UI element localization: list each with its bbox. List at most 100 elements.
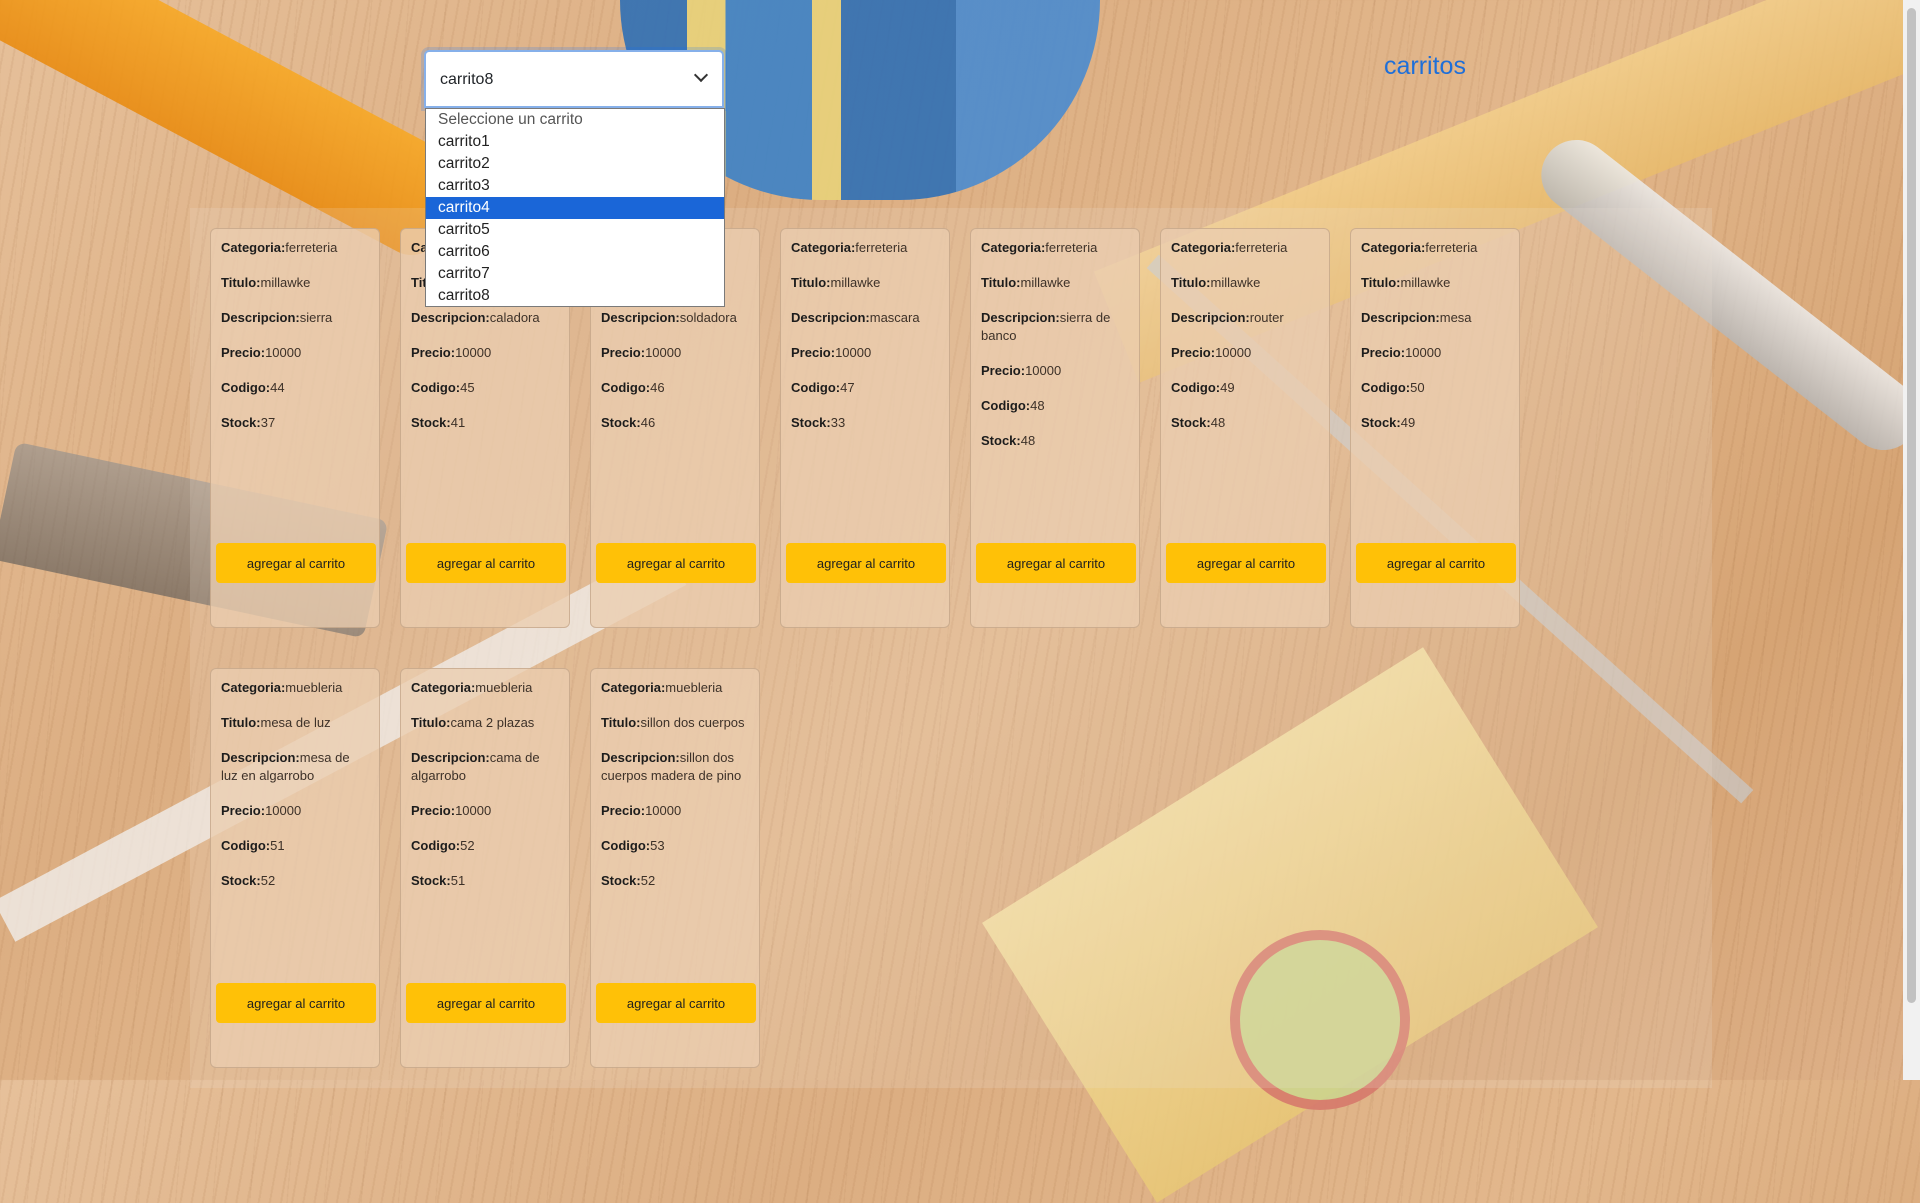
product-categoria: Categoria:ferreteria (221, 239, 369, 257)
product-descripcion-value: router (1249, 310, 1284, 325)
product-descripcion-value: mascara (869, 310, 920, 325)
product-codigo-value: 44 (270, 380, 285, 395)
product-categoria-label: Categoria: (981, 240, 1046, 255)
cart-option-carrito2[interactable]: carrito2 (426, 153, 724, 175)
product-precio-value: 10000 (1025, 363, 1062, 378)
product-stock-value: 48 (1020, 433, 1036, 448)
product-precio-value: 10000 (1215, 345, 1252, 360)
product-precio-label: Precio: (601, 803, 646, 818)
product-categoria-value: ferreteria (1235, 240, 1288, 255)
product-precio-label: Precio: (221, 803, 266, 818)
cart-option-carrito3[interactable]: carrito3 (426, 175, 724, 197)
cart-option-carrito4[interactable]: carrito4 (426, 197, 724, 219)
product-categoria: Categoria:ferreteria (1171, 239, 1319, 257)
product-titulo-label: Titulo: (601, 715, 641, 730)
product-stock-value: 52 (260, 873, 276, 888)
product-descripcion-label: Descripcion: (411, 310, 490, 325)
cart-select[interactable]: carrito8 (424, 50, 724, 108)
cart-option-placeholder[interactable]: Seleccione un carrito (426, 109, 724, 131)
product-stock-label: Stock: (1361, 415, 1401, 430)
product-precio: Precio:10000 (601, 802, 749, 820)
add-to-cart-button[interactable]: agregar al carrito (596, 983, 756, 1023)
product-card: Categoria:ferreteria Titulo:millawke Descr… (970, 228, 1140, 628)
product-codigo: Codigo:49 (1171, 379, 1319, 397)
add-to-cart-button[interactable]: agregar al carrito (406, 983, 566, 1023)
product-stock-value: 37 (260, 415, 276, 430)
product-categoria-label: Categoria: (1171, 240, 1236, 255)
cart-option-carrito8[interactable]: carrito8 (426, 285, 724, 307)
product-stock-value: 46 (640, 415, 656, 430)
cart-option-carrito7[interactable]: carrito7 (426, 263, 724, 285)
product-titulo: Titulo:millawke (981, 274, 1129, 292)
cart-select-dropdown[interactable]: Seleccione un carrito carrito1 carrito2 … (425, 108, 725, 307)
product-descripcion-label: Descripcion: (221, 310, 300, 325)
cart-option-carrito6[interactable]: carrito6 (426, 241, 724, 263)
product-titulo-value: millawke (1020, 275, 1071, 290)
product-precio: Precio:10000 (1361, 344, 1509, 362)
product-precio-value: 10000 (645, 345, 682, 360)
product-precio-label: Precio: (411, 803, 456, 818)
product-descripcion: Descripcion:caladora (411, 309, 559, 327)
product-codigo-value: 45 (460, 380, 475, 395)
product-precio-label: Precio: (1171, 345, 1216, 360)
product-stock-value: 33 (830, 415, 846, 430)
product-stock: Stock:52 (221, 872, 369, 890)
product-descripcion-value: soldadora (679, 310, 737, 325)
product-descripcion-value: caladora (489, 310, 540, 325)
product-codigo-label: Codigo: (791, 380, 841, 395)
add-to-cart-button[interactable]: agregar al carrito (216, 983, 376, 1023)
product-codigo-value: 47 (840, 380, 855, 395)
add-to-cart-button[interactable]: agregar al carrito (1166, 543, 1326, 583)
product-stock-value: 41 (450, 415, 466, 430)
product-stock: Stock:51 (411, 872, 559, 890)
product-codigo: Codigo:51 (221, 837, 369, 855)
product-precio: Precio:10000 (791, 344, 939, 362)
vertical-scrollbar[interactable] (1903, 0, 1920, 1080)
product-descripcion-label: Descripcion: (1171, 310, 1250, 325)
product-categoria-label: Categoria: (791, 240, 856, 255)
product-precio-label: Precio: (981, 363, 1026, 378)
product-titulo: Titulo:sillon dos cuerpos (601, 714, 749, 732)
product-descripcion: Descripcion:cama de algarrobo (411, 749, 559, 785)
product-stock: Stock:49 (1361, 414, 1509, 432)
cart-option-carrito5[interactable]: carrito5 (426, 219, 724, 241)
product-titulo: Titulo:millawke (1361, 274, 1509, 292)
product-stock-value: 52 (640, 873, 656, 888)
cart-option-carrito1[interactable]: carrito1 (426, 131, 724, 153)
product-stock: Stock:48 (981, 432, 1129, 450)
product-precio-value: 10000 (835, 345, 872, 360)
product-titulo: Titulo:mesa de luz (221, 714, 369, 732)
product-stock-label: Stock: (601, 873, 641, 888)
product-codigo-label: Codigo: (1171, 380, 1221, 395)
product-descripcion: Descripcion:soldadora (601, 309, 749, 327)
scrollbar-thumb[interactable] (1907, 8, 1916, 1003)
product-codigo: Codigo:53 (601, 837, 749, 855)
add-to-cart-button[interactable]: agregar al carrito (976, 543, 1136, 583)
add-to-cart-button[interactable]: agregar al carrito (596, 543, 756, 583)
add-to-cart-button[interactable]: agregar al carrito (786, 543, 946, 583)
product-card: Categoria:ferreteria Titulo:millawke Descr… (1160, 228, 1330, 628)
product-precio: Precio:10000 (221, 344, 369, 362)
product-categoria-value: ferreteria (855, 240, 908, 255)
product-codigo-value: 48 (1030, 398, 1045, 413)
product-stock-label: Stock: (221, 873, 261, 888)
add-to-cart-button[interactable]: agregar al carrito (406, 543, 566, 583)
product-precio-label: Precio: (791, 345, 836, 360)
carritos-link[interactable]: carritos (1384, 52, 1466, 81)
product-categoria-value: ferreteria (1045, 240, 1098, 255)
product-categoria-value: ferreteria (1425, 240, 1478, 255)
chevron-down-icon[interactable] (693, 67, 709, 83)
add-to-cart-button[interactable]: agregar al carrito (1356, 543, 1516, 583)
product-titulo-value: sillon dos cuerpos (640, 715, 745, 730)
add-to-cart-button[interactable]: agregar al carrito (216, 543, 376, 583)
product-categoria: Categoria:muebleria (601, 679, 749, 697)
product-descripcion-label: Descripcion: (601, 750, 680, 765)
product-codigo: Codigo:46 (601, 379, 749, 397)
product-descripcion-label: Descripcion: (221, 750, 300, 765)
product-stock-label: Stock: (981, 433, 1021, 448)
product-precio-label: Precio: (1361, 345, 1406, 360)
product-codigo: Codigo:47 (791, 379, 939, 397)
product-codigo-label: Codigo: (981, 398, 1031, 413)
product-stock-label: Stock: (601, 415, 641, 430)
product-descripcion: Descripcion:sierra de banco (981, 309, 1129, 345)
